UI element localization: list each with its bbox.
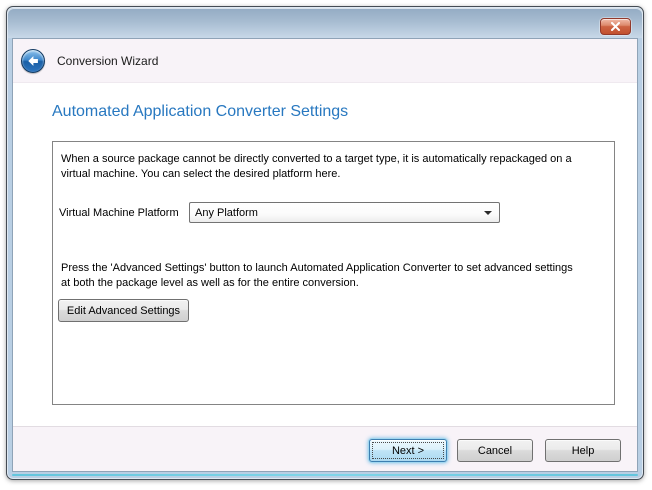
wizard-step-title: Conversion Wizard: [57, 54, 158, 68]
page-title: Automated Application Converter Settings: [52, 103, 348, 121]
wizard-header: Conversion Wizard: [13, 39, 637, 83]
cancel-button[interactable]: Cancel: [457, 439, 533, 462]
command-area: Next > Cancel Help: [13, 426, 637, 471]
intro-line-1: When a source package cannot be directly…: [61, 153, 572, 165]
advanced-text: Press the 'Advanced Settings' button to …: [61, 261, 573, 291]
intro-line-2: virtual machine. You can select the desi…: [61, 168, 340, 180]
wizard-window: Conversion Wizard Automated Application …: [6, 6, 644, 480]
next-button[interactable]: Next >: [369, 439, 447, 462]
platform-label: Virtual Machine Platform: [59, 207, 179, 219]
back-arrow-icon: [26, 54, 40, 68]
client-area: Conversion Wizard Automated Application …: [12, 38, 638, 472]
close-icon: [610, 22, 621, 31]
chevron-down-icon: [484, 211, 492, 215]
advanced-line-2: at both the package level as well as for…: [61, 277, 359, 289]
back-button[interactable]: [21, 49, 45, 73]
platform-selected-value: Any Platform: [195, 207, 258, 219]
desktop-background: Conversion Wizard Automated Application …: [0, 0, 652, 490]
intro-text: When a source package cannot be directly…: [61, 152, 572, 182]
advanced-line-1: Press the 'Advanced Settings' button to …: [61, 262, 573, 274]
content-area: Automated Application Converter Settings…: [13, 83, 637, 426]
edit-advanced-settings-button[interactable]: Edit Advanced Settings: [58, 299, 189, 322]
help-button[interactable]: Help: [545, 439, 621, 462]
close-button[interactable]: [600, 18, 631, 35]
settings-group: When a source package cannot be directly…: [52, 141, 615, 405]
glass-edge-highlight: [12, 474, 638, 476]
platform-select[interactable]: Any Platform: [189, 202, 500, 223]
title-bar[interactable]: [8, 8, 642, 38]
